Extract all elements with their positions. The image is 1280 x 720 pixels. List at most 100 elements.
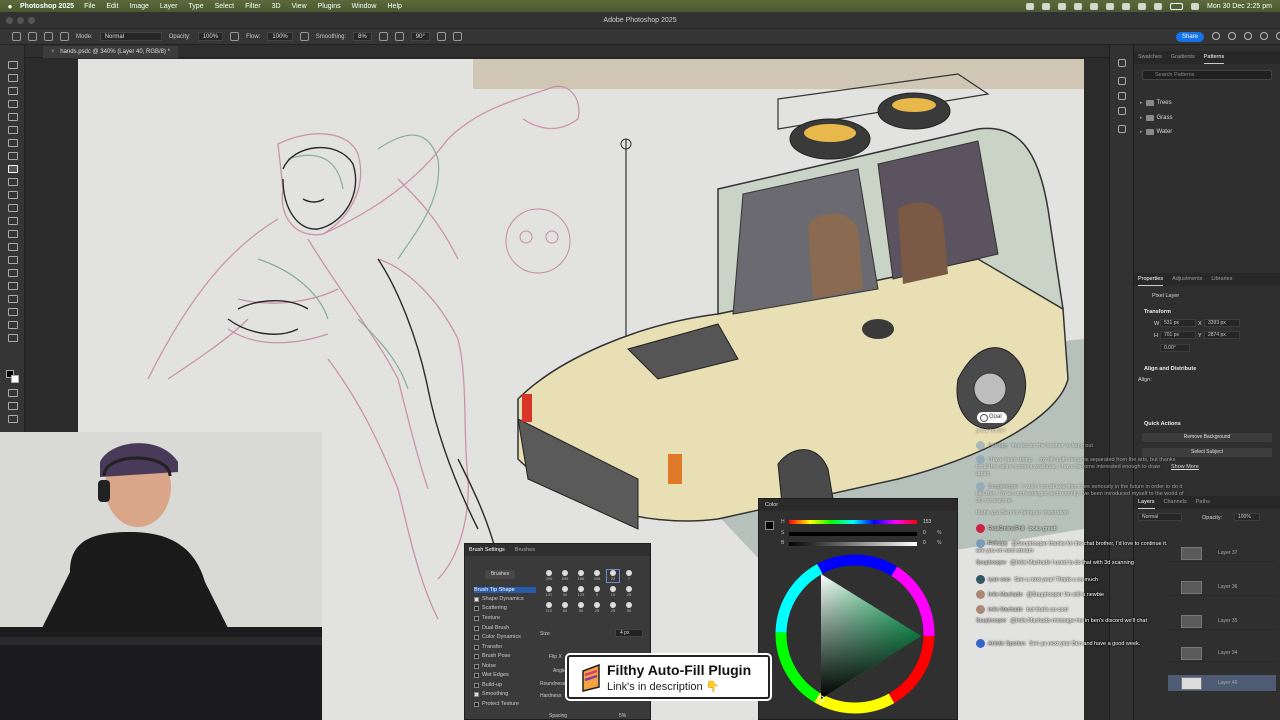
crop-tool-icon[interactable]: [8, 113, 18, 121]
mode-select[interactable]: Normal: [99, 32, 162, 41]
checkbox[interactable]: [474, 653, 479, 659]
brush-tool-icon[interactable]: [8, 165, 18, 173]
layer-row[interactable]: Layer 35: [1168, 613, 1276, 630]
pressure-opacity-icon[interactable]: [230, 32, 240, 41]
cloud-icon[interactable]: [1212, 32, 1220, 40]
checkbox[interactable]: [474, 691, 479, 697]
flow-field[interactable]: 100%: [267, 32, 293, 41]
background-color-swatch[interactable]: [11, 375, 19, 383]
brush-tip[interactable]: 137: [543, 586, 555, 598]
menu-file[interactable]: File: [84, 3, 95, 10]
status-app-icon[interactable]: [1138, 2, 1147, 10]
close-window-icon[interactable]: [6, 17, 13, 24]
checkbox[interactable]: [474, 625, 479, 631]
checkbox[interactable]: [474, 663, 479, 669]
checkbox[interactable]: [474, 615, 479, 621]
checkbox[interactable]: [474, 605, 479, 611]
airbrush-icon[interactable]: [299, 32, 309, 41]
panel-toggle-icon[interactable]: [1276, 32, 1280, 40]
gradient-tool-icon[interactable]: [8, 217, 18, 225]
pattern-folder-trees[interactable]: ▸ Trees: [1140, 100, 1172, 106]
brush-preset-icon[interactable]: [44, 32, 53, 41]
size-field[interactable]: 4 px: [615, 629, 643, 637]
info-panel-icon[interactable]: [1118, 125, 1126, 133]
brush-pose-item[interactable]: Brush Pose: [474, 653, 510, 659]
y-field[interactable]: 2874 px: [1204, 331, 1240, 339]
show-more-link[interactable]: Show More: [1171, 464, 1199, 470]
angle-icon[interactable]: [394, 32, 404, 41]
zoom-window-icon[interactable]: [28, 17, 35, 24]
object-select-tool-icon[interactable]: [8, 100, 18, 108]
edit-toolbar-icon[interactable]: [8, 415, 18, 423]
healing-tool-icon[interactable]: [8, 152, 18, 160]
checkbox[interactable]: [474, 672, 479, 678]
tab-swatches[interactable]: Swatches: [1138, 51, 1162, 64]
brush-tip[interactable]: 10: [607, 586, 619, 598]
tab-patterns[interactable]: Patterns: [1203, 51, 1225, 64]
dodge-tool-icon[interactable]: [8, 243, 18, 251]
hue-value[interactable]: 153: [923, 519, 931, 525]
brush-tip[interactable]: 186: [575, 570, 587, 582]
close-tab-icon[interactable]: ×: [51, 49, 55, 55]
angle-field[interactable]: 0.00°: [1160, 344, 1190, 352]
apple-icon[interactable]: ●: [0, 2, 20, 11]
discover-icon[interactable]: [1244, 32, 1252, 40]
color-dynamics-item[interactable]: Color Dynamics: [474, 634, 521, 640]
status-app-icon[interactable]: [1106, 2, 1115, 10]
more-tools-icon[interactable]: [8, 334, 18, 342]
brush-tip[interactable]: 25: [607, 602, 619, 614]
frame-tool-icon[interactable]: [8, 126, 18, 134]
menu-plugins[interactable]: Plugins: [318, 3, 341, 10]
patterns-search-input[interactable]: Search Patterns: [1142, 70, 1272, 80]
layer-opacity-field[interactable]: 100%: [1234, 513, 1260, 521]
brush-tip-shape-item[interactable]: Brush Tip Shape: [474, 587, 536, 593]
brush-tip[interactable]: 50: [575, 602, 587, 614]
tab-paths[interactable]: Paths: [1196, 496, 1210, 509]
menu-layer[interactable]: Layer: [160, 3, 178, 10]
angle-field[interactable]: 90°: [410, 32, 430, 41]
brush-tip[interactable]: 25: [623, 586, 635, 598]
menu-edit[interactable]: Edit: [106, 3, 118, 10]
brush-tip[interactable]: 123: [575, 586, 587, 598]
tab-libraries[interactable]: Libraries: [1211, 273, 1232, 286]
quick-mask-icon[interactable]: [8, 389, 18, 397]
control-center-icon[interactable]: [1191, 2, 1200, 10]
layer-row-selected[interactable]: Layer 40: [1168, 675, 1276, 692]
saturation-value[interactable]: 0: [923, 530, 926, 536]
battery-icon[interactable]: [1170, 2, 1184, 10]
wifi-icon[interactable]: [1154, 2, 1163, 10]
home-icon[interactable]: [12, 32, 21, 41]
pattern-folder-water[interactable]: ▸ Water: [1140, 129, 1172, 135]
checkbox[interactable]: [474, 596, 479, 602]
history-brush-tool-icon[interactable]: [8, 191, 18, 199]
brushes-button[interactable]: Brushes: [485, 570, 515, 579]
app-menu[interactable]: Photoshop 2025: [20, 3, 74, 10]
brush-tip[interactable]: 695: [559, 570, 571, 582]
menu-filter[interactable]: Filter: [245, 3, 261, 10]
saturation-slider[interactable]: [789, 532, 917, 536]
menu-view[interactable]: View: [292, 3, 307, 10]
share-button[interactable]: Share: [1176, 32, 1205, 42]
tab-brush-settings[interactable]: Brush Settings: [469, 544, 505, 556]
document-tab[interactable]: × hands.psdc @ 340% (Layer 40, RGB/8) *: [43, 46, 179, 58]
menu-help[interactable]: Help: [388, 3, 402, 10]
tab-brushes[interactable]: Brushes: [515, 544, 535, 556]
shape-dynamics-item[interactable]: Shape Dynamics: [474, 596, 524, 602]
protect-texture-item[interactable]: Protect Texture: [474, 701, 519, 707]
paragraph-panel-icon[interactable]: [1118, 92, 1126, 100]
dual-brush-item[interactable]: Dual Brush: [474, 625, 509, 631]
status-app-icon[interactable]: [1074, 2, 1083, 10]
spacing-checkbox[interactable]: Spacing: [549, 713, 567, 719]
blur-tool-icon[interactable]: [8, 230, 18, 238]
tab-properties[interactable]: Properties: [1138, 273, 1164, 286]
minimize-window-icon[interactable]: [17, 17, 24, 24]
screen-mode-icon[interactable]: [8, 402, 18, 410]
move-tool-icon[interactable]: [8, 61, 18, 69]
checkbox[interactable]: [474, 701, 479, 707]
brush-tip[interactable]: 50: [623, 602, 635, 614]
brush-settings-toggle-icon[interactable]: [60, 32, 69, 41]
brush-tip[interactable]: 295: [543, 570, 555, 582]
x-field[interactable]: 3393 px: [1204, 319, 1240, 327]
brush-tool-icon[interactable]: [28, 32, 37, 41]
smoothing-options-icon[interactable]: [378, 32, 388, 41]
